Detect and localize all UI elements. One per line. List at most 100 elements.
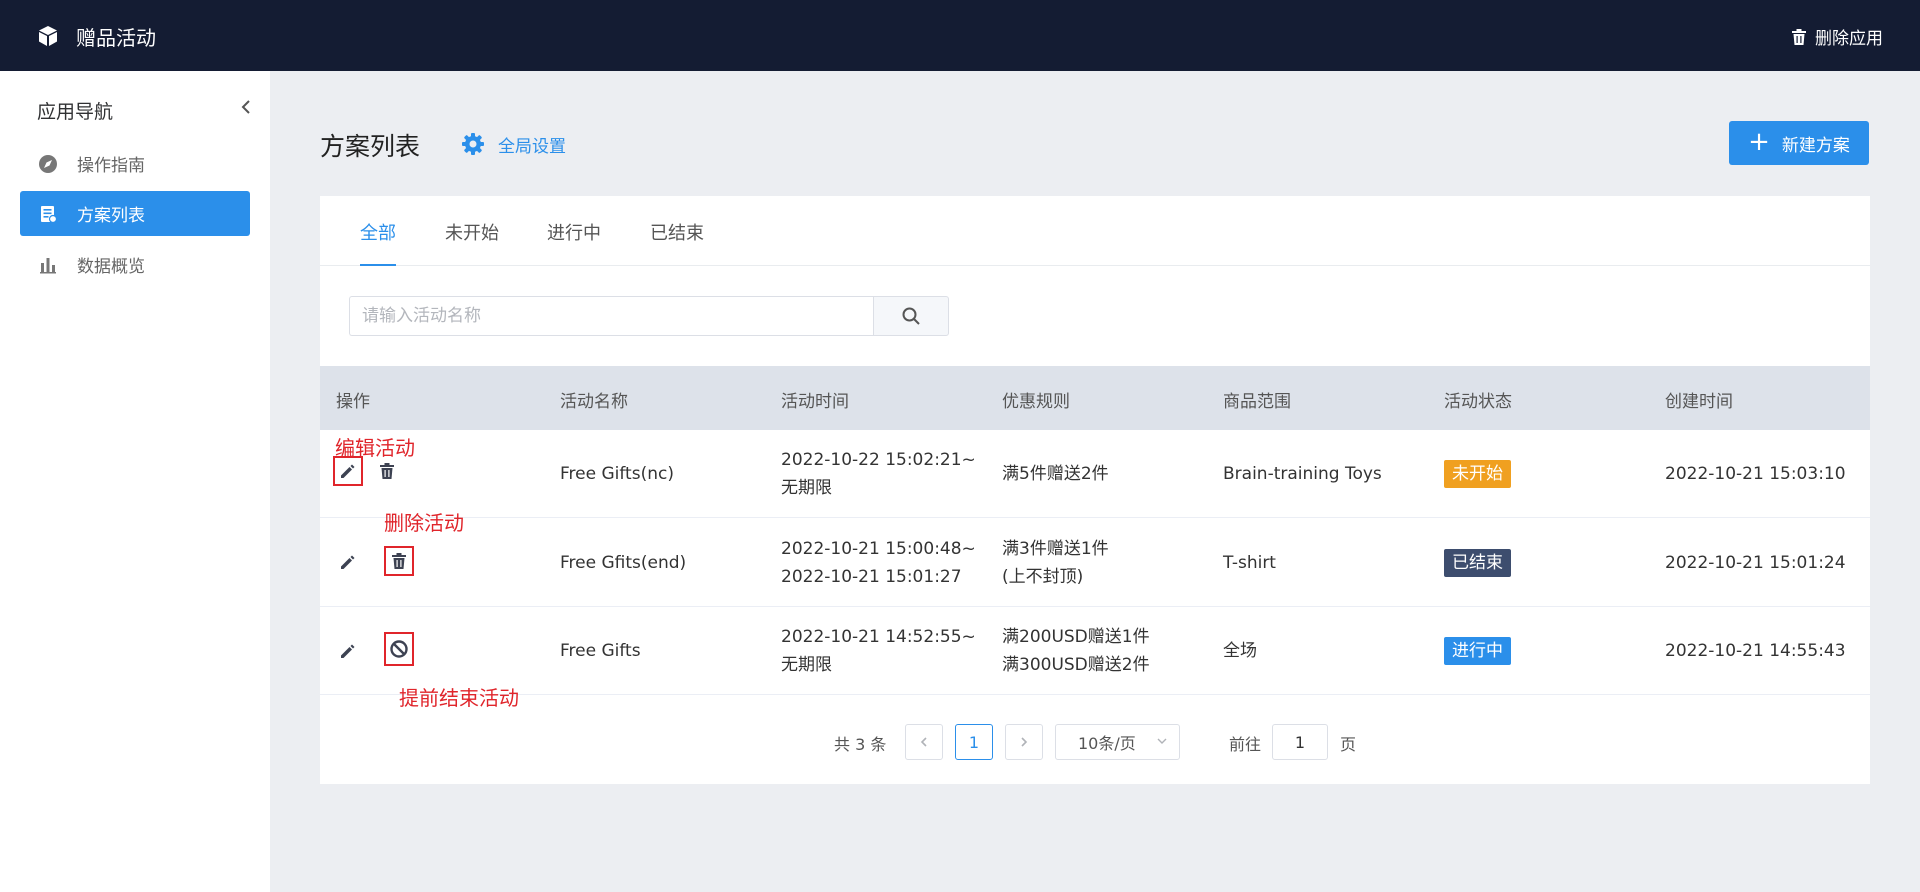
annotation-delete: 删除活动: [384, 511, 464, 535]
compass-icon: [38, 154, 58, 174]
trash-icon: [380, 463, 394, 479]
product-scope: 全场: [1223, 641, 1257, 661]
time-end: 2022-10-21 15:01:27: [781, 567, 962, 587]
search-icon: [902, 307, 920, 325]
table-row: Free Gfits(end) 2022-10-21 15:00:48~ 202…: [320, 519, 1870, 607]
column-header: 商品范围: [1223, 392, 1291, 412]
tab-ended[interactable]: 已结束: [650, 219, 704, 266]
tab-not-started[interactable]: 未开始: [445, 219, 499, 266]
column-header: 优惠规则: [1002, 392, 1070, 412]
status-badge: 未开始: [1444, 460, 1511, 488]
end-early-button[interactable]: [384, 632, 414, 666]
global-settings-label: 全局设置: [498, 136, 566, 157]
time-end: 无期限: [781, 478, 832, 498]
activity-time: 2022-10-21 15:00:48~ 2022-10-21 15:01:27: [781, 519, 976, 607]
bar-chart-icon: [38, 255, 58, 275]
time-end: 无期限: [781, 655, 832, 675]
rule-line: (上不封顶): [1002, 567, 1084, 587]
plans-card: 全部 未开始 进行中 已结束 操作 活动名称 活动时间 优惠规则 商品范围 活动…: [320, 196, 1870, 784]
activity-name: Free Gifts: [560, 641, 641, 661]
block-icon: [390, 640, 408, 658]
new-plan-label: 新建方案: [1781, 135, 1850, 156]
sidebar-item-label: 数据概览: [77, 257, 145, 277]
status-badge: 进行中: [1444, 637, 1511, 665]
chevron-down-icon: [1157, 738, 1167, 744]
edit-button[interactable]: [333, 636, 363, 666]
activity-status: 未开始: [1444, 430, 1511, 518]
page-size-select[interactable]: 10条/页: [1055, 724, 1180, 760]
search-bar: [349, 296, 949, 336]
prev-page-button[interactable]: [905, 724, 943, 760]
page-title: 方案列表: [320, 132, 421, 161]
gear-icon: [462, 133, 484, 155]
pencil-icon: [341, 555, 355, 569]
discount-rule: 满5件赠送2件: [1002, 430, 1109, 518]
time-start: 2022-10-21 14:52:55~: [781, 627, 976, 647]
activity-status: 进行中: [1444, 607, 1511, 695]
created-time: 2022-10-21 14:55:43: [1665, 641, 1846, 661]
page-size-value: 10条/页: [1078, 734, 1136, 753]
global-settings-link[interactable]: 全局设置: [460, 131, 566, 157]
activity-name: Free Gifts(nc): [560, 464, 674, 484]
column-header: 活动名称: [560, 392, 628, 412]
goto-label: 前往: [1229, 735, 1262, 754]
trash-icon: [1792, 28, 1806, 45]
table-header: 操作 活动名称 活动时间 优惠规则 商品范围 活动状态 创建时间: [320, 366, 1870, 430]
goto-page-input[interactable]: [1272, 724, 1328, 760]
discount-rule: 满3件赠送1件 (上不封顶): [1002, 519, 1109, 607]
created-time: 2022-10-21 15:03:10: [1665, 464, 1846, 484]
annotation-end-early: 提前结束活动: [399, 686, 519, 710]
delete-app-button[interactable]: 删除应用: [1791, 24, 1883, 49]
status-tabs: 全部 未开始 进行中 已结束: [320, 196, 1870, 266]
delete-button[interactable]: [384, 546, 414, 576]
tab-in-progress[interactable]: 进行中: [547, 219, 601, 266]
trash-icon: [392, 553, 406, 569]
pagination: 共 3 条 1 10条/页 前往 页: [320, 724, 1870, 760]
sidebar-item-label: 方案列表: [77, 206, 145, 226]
list-icon: [38, 204, 58, 224]
plus-icon: +: [1748, 126, 1770, 157]
activity-status: 已结束: [1444, 519, 1511, 607]
chevron-left-icon: [920, 737, 927, 747]
table-row: Free Gifts 2022-10-21 14:52:55~ 无期限 满200…: [320, 607, 1870, 695]
sidebar-item-label: 操作指南: [77, 156, 145, 176]
chevron-right-icon: [1021, 737, 1028, 747]
pencil-icon: [341, 464, 355, 478]
page-number-button[interactable]: 1: [955, 724, 993, 760]
status-badge: 已结束: [1444, 549, 1511, 577]
rule-line: 满5件赠送2件: [1002, 464, 1109, 484]
chevron-left-icon[interactable]: [239, 96, 253, 118]
delete-app-label: 删除应用: [1815, 29, 1883, 49]
top-bar: 赠品活动 删除应用: [0, 0, 1920, 71]
table-row: Free Gifts(nc) 2022-10-22 15:02:21~ 无期限 …: [320, 430, 1870, 518]
created-time: 2022-10-21 15:01:24: [1665, 553, 1846, 573]
activity-time: 2022-10-22 15:02:21~ 无期限: [781, 430, 976, 518]
new-plan-button[interactable]: + 新建方案: [1729, 121, 1869, 165]
nav-title: 应用导航: [37, 101, 114, 123]
activity-time: 2022-10-21 14:52:55~ 无期限: [781, 607, 976, 695]
next-page-button[interactable]: [1005, 724, 1043, 760]
sidebar-item-guide[interactable]: 操作指南: [20, 141, 250, 186]
search-input[interactable]: [349, 296, 874, 336]
rule-line: 满300USD赠送2件: [1002, 655, 1150, 675]
sidebar-item-data[interactable]: 数据概览: [20, 242, 250, 287]
total-count: 共 3 条: [834, 735, 887, 754]
rule-line: 满200USD赠送1件: [1002, 627, 1150, 647]
activity-name: Free Gfits(end): [560, 553, 687, 573]
pencil-icon: [341, 644, 355, 658]
tab-all[interactable]: 全部: [360, 219, 396, 266]
time-start: 2022-10-21 15:00:48~: [781, 539, 976, 559]
rule-line: 满3件赠送1件: [1002, 539, 1109, 559]
edit-button[interactable]: [333, 547, 363, 577]
app-title: 赠品活动: [76, 26, 156, 50]
discount-rule: 满200USD赠送1件 满300USD赠送2件: [1002, 607, 1150, 695]
time-start: 2022-10-22 15:02:21~: [781, 450, 976, 470]
sidebar-item-plans[interactable]: 方案列表: [20, 191, 250, 236]
product-scope: Brain-training Toys: [1223, 464, 1382, 484]
column-header: 活动时间: [781, 392, 849, 412]
search-button[interactable]: [873, 296, 949, 336]
page-suffix: 页: [1340, 735, 1357, 754]
column-header: 活动状态: [1444, 392, 1512, 412]
cube-icon: [39, 26, 57, 46]
column-header: 创建时间: [1665, 392, 1733, 412]
